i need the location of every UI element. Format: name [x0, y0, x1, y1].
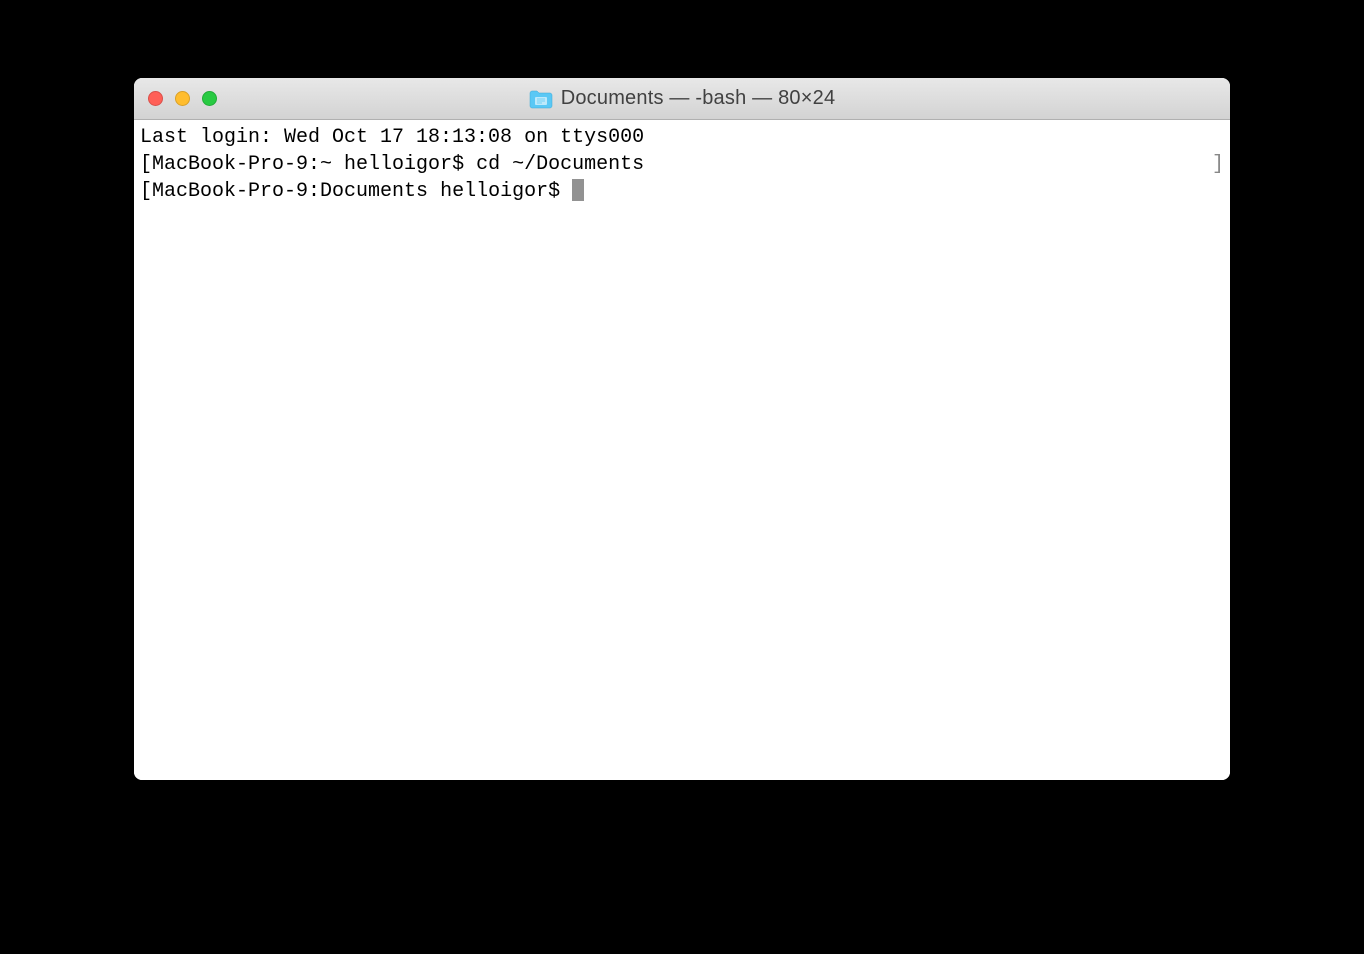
prompt-text: MacBook-Pro-9:Documents helloigor$ — [152, 180, 572, 203]
bracket-open: [ — [140, 153, 152, 176]
zoom-button[interactable] — [202, 91, 217, 106]
command-text: cd ~/Documents — [476, 153, 644, 176]
minimize-button[interactable] — [175, 91, 190, 106]
last-login-text: Last login: Wed Oct 17 18:13:08 on ttys0… — [140, 126, 644, 149]
window-title: Documents — -bash — 80×24 — [561, 87, 836, 110]
terminal-content[interactable]: Last login: Wed Oct 17 18:13:08 on ttys0… — [134, 120, 1230, 780]
title-area: Documents — -bash — 80×24 — [134, 87, 1230, 110]
traffic-lights — [134, 91, 217, 106]
cursor — [572, 179, 584, 201]
bracket-open: [ — [140, 180, 152, 203]
prompt-text: MacBook-Pro-9:~ helloigor$ — [152, 153, 476, 176]
terminal-line: [MacBook-Pro-9:~ helloigor$ cd ~/Documen… — [140, 151, 1224, 178]
folder-icon — [529, 89, 553, 109]
close-button[interactable] — [148, 91, 163, 106]
titlebar[interactable]: Documents — -bash — 80×24 — [134, 78, 1230, 120]
terminal-window: Documents — -bash — 80×24 Last login: We… — [134, 78, 1230, 780]
terminal-line: Last login: Wed Oct 17 18:13:08 on ttys0… — [140, 124, 1224, 151]
terminal-line: [MacBook-Pro-9:Documents helloigor$ — [140, 178, 1224, 205]
bracket-close: ] — [1212, 151, 1224, 178]
